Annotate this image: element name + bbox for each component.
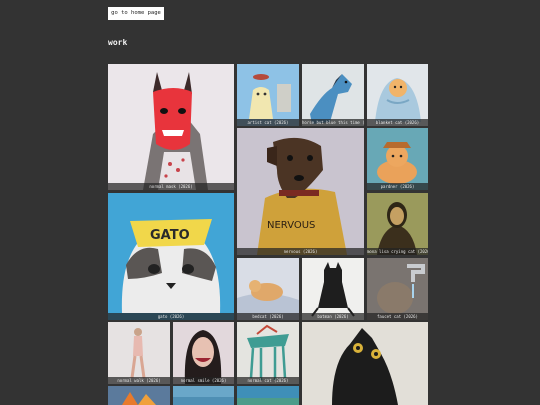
artwork-image xyxy=(173,322,234,384)
artwork-caption: normal smile (2026) xyxy=(173,377,234,384)
artwork-tile-partial-2[interactable] xyxy=(173,386,234,405)
artwork-caption: artist cat (2026) xyxy=(237,119,299,126)
artwork-caption: normal mask (2026) xyxy=(108,183,234,190)
artwork-image: GATO xyxy=(108,193,234,320)
artwork-image xyxy=(367,258,428,320)
svg-text:NERVOUS: NERVOUS xyxy=(267,220,315,231)
artwork-caption: normal walk (2026) xyxy=(108,377,170,384)
svg-text:GATO: GATO xyxy=(150,228,190,243)
artwork-tile-batman[interactable]: batman (2026) xyxy=(302,258,364,320)
artwork-image xyxy=(108,386,170,405)
artwork-image xyxy=(108,322,170,384)
artwork-image xyxy=(302,322,428,405)
artwork-image xyxy=(237,64,299,126)
artwork-tile-normal-cat[interactable]: normal cat (2026) xyxy=(237,322,299,384)
artwork-caption: mona lisa crying cat (2026) xyxy=(367,248,428,255)
artwork-caption: normal cat (2026) xyxy=(237,377,299,384)
artwork-tile-nervous[interactable]: NERVOUS nervous (2026) xyxy=(237,128,364,255)
artwork-tile-mona-lisa-crying-cat[interactable]: mona lisa crying cat (2026) xyxy=(367,193,428,255)
artwork-caption: blanket cat (2026) xyxy=(367,119,428,126)
artwork-tile-horse-blue[interactable]: horse but blue this time (2026) xyxy=(302,64,364,126)
artwork-image xyxy=(302,64,364,126)
artwork-image xyxy=(237,258,299,320)
home-page-button[interactable]: go to home page xyxy=(108,7,164,20)
artwork-tile-normal-mask[interactable]: normal mask (2026) xyxy=(108,64,234,190)
artwork-image xyxy=(302,258,364,320)
artwork-tile-bedcat[interactable]: bedcat (2026) xyxy=(237,258,299,320)
artwork-caption: faucet cat (2026) xyxy=(367,313,428,320)
artwork-image xyxy=(237,386,299,405)
artwork-image xyxy=(108,64,234,190)
artwork-tile-partial-3[interactable] xyxy=(237,386,299,405)
artwork-tile-partial-1[interactable] xyxy=(108,386,170,405)
artwork-image xyxy=(367,128,428,190)
artwork-tile-blanket-cat[interactable]: blanket cat (2026) xyxy=(367,64,428,126)
artwork-tile-gato[interactable]: GATO gato (2026) xyxy=(108,193,234,320)
artwork-caption: bedcat (2026) xyxy=(237,313,299,320)
artwork-tile-faucet-cat[interactable]: faucet cat (2026) xyxy=(367,258,428,320)
artwork-image xyxy=(367,64,428,126)
artwork-caption: gato (2026) xyxy=(108,313,234,320)
artwork-image xyxy=(367,193,428,255)
artwork-caption: batman (2026) xyxy=(302,313,364,320)
artwork-tile-dark-dog[interactable] xyxy=(302,322,428,405)
artwork-tile-artist-cat[interactable]: artist cat (2026) xyxy=(237,64,299,126)
artwork-tile-pardner[interactable]: pardner (2026) xyxy=(367,128,428,190)
artwork-tile-normal-smile[interactable]: normal smile (2026) xyxy=(173,322,234,384)
section-title: work xyxy=(108,38,128,47)
artwork-caption: nervous (2026) xyxy=(237,248,364,255)
artwork-caption: horse but blue this time (2026) xyxy=(302,119,364,126)
artwork-caption: pardner (2026) xyxy=(367,183,428,190)
artwork-image xyxy=(173,386,234,405)
artwork-image: NERVOUS xyxy=(237,128,364,255)
artwork-image xyxy=(237,322,299,384)
artwork-tile-normal-walk[interactable]: normal walk (2026) xyxy=(108,322,170,384)
